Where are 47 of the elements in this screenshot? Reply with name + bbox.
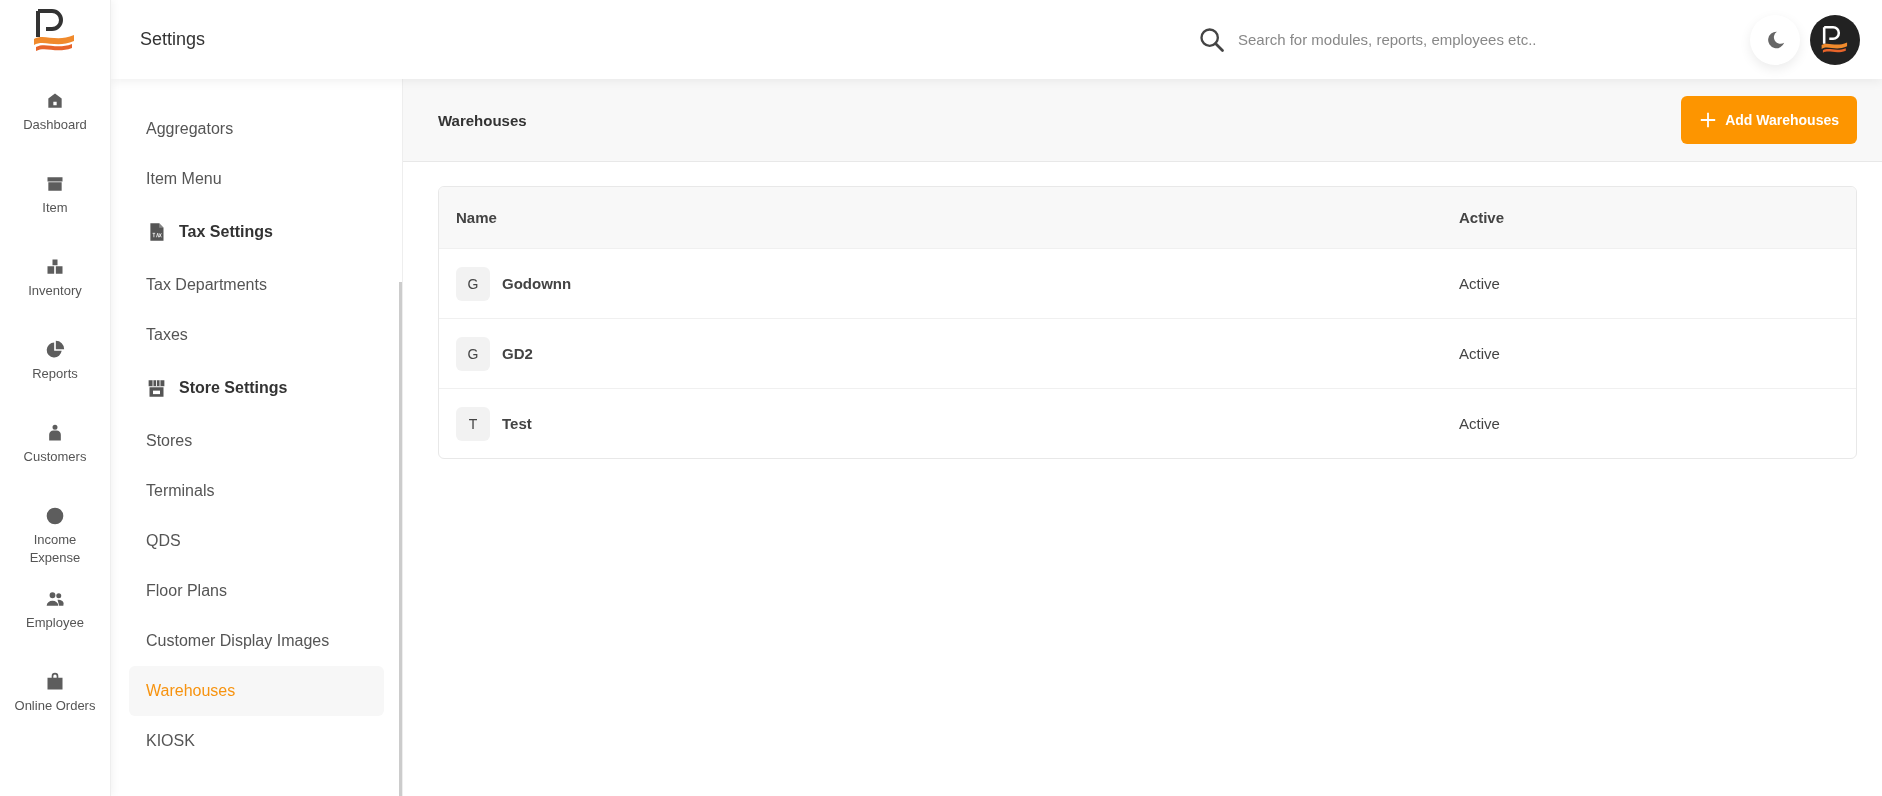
section-heading: Tax Settings bbox=[179, 223, 273, 241]
nav-icon bbox=[45, 91, 65, 111]
nav-item[interactable]: Income Expense bbox=[7, 506, 103, 589]
profile-avatar[interactable] bbox=[1810, 14, 1860, 65]
section-title: Warehouses bbox=[438, 111, 527, 129]
nav-icon bbox=[45, 506, 65, 526]
status-text: Active bbox=[1459, 275, 1500, 292]
column-header: Name bbox=[456, 209, 498, 226]
menu-item[interactable]: Aggregators bbox=[129, 104, 384, 154]
nav-item[interactable]: Dashboard bbox=[7, 91, 103, 174]
page-title: Settings bbox=[140, 29, 206, 50]
menu-item[interactable]: KIOSK bbox=[129, 716, 384, 766]
table-row[interactable]: G Godownn Active bbox=[439, 248, 1856, 318]
nav-item[interactable]: Inventory bbox=[7, 257, 103, 340]
nav-item[interactable]: Reports bbox=[7, 340, 103, 423]
nav-icon bbox=[45, 589, 65, 609]
initial-badge: G bbox=[456, 266, 490, 301]
table-row[interactable]: T Test Active bbox=[439, 388, 1856, 458]
section-heading: Store Settings bbox=[179, 379, 288, 397]
logo-icon bbox=[1820, 25, 1850, 54]
initial-badge: T bbox=[456, 406, 490, 441]
table-row[interactable]: G GD2 Active bbox=[439, 318, 1856, 388]
nav-item[interactable]: Employee bbox=[7, 589, 103, 672]
menu-item[interactable]: Tax Departments bbox=[129, 260, 384, 310]
menu-item[interactable]: QDS bbox=[129, 516, 384, 566]
nav-icon bbox=[45, 340, 65, 360]
menu-item[interactable]: Customer Display Images bbox=[129, 616, 384, 666]
menu-item[interactable]: Floor Plans bbox=[129, 566, 384, 616]
warehouse-name: GD2 bbox=[502, 345, 533, 362]
warehouse-name: Test bbox=[502, 415, 532, 432]
column-header: Active bbox=[1459, 209, 1505, 226]
menu-item[interactable]: Item Menu bbox=[129, 154, 384, 204]
initial-badge: G bbox=[456, 336, 490, 371]
warehouse-name: Godownn bbox=[502, 275, 572, 292]
search-icon bbox=[1198, 25, 1226, 54]
menu-item[interactable]: Taxes bbox=[129, 310, 384, 360]
menu-item[interactable]: Terminals bbox=[129, 466, 384, 516]
nav-item[interactable]: Customers bbox=[7, 423, 103, 506]
nav-item[interactable]: Item bbox=[7, 174, 103, 257]
nav-icon bbox=[45, 672, 65, 692]
status-text: Active bbox=[1459, 345, 1500, 362]
nav-icon bbox=[45, 174, 65, 194]
nav-icon bbox=[45, 257, 65, 277]
plus-icon bbox=[1699, 111, 1718, 129]
menu-item[interactable]: Stores bbox=[129, 416, 384, 466]
status-text: Active bbox=[1459, 415, 1500, 432]
nav-item[interactable]: Online Orders bbox=[7, 672, 103, 755]
